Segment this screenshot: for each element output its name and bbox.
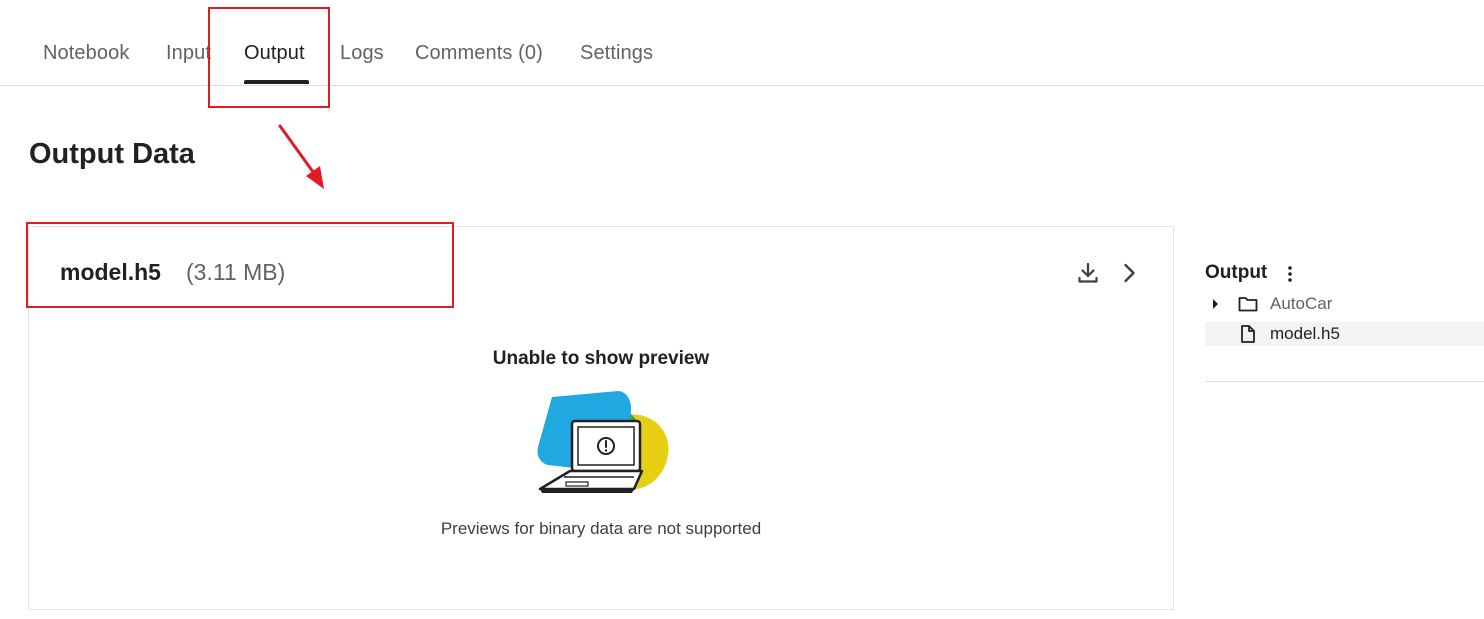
tree-item-model-h5[interactable]: model.h5 [1205, 322, 1484, 346]
laptop-warning-illustration [537, 391, 669, 493]
expand-caret-icon[interactable] [1213, 299, 1218, 309]
tab-comments[interactable]: Comments (0) [415, 42, 543, 65]
preview-note: Previews for binary data are not support… [440, 519, 762, 538]
tree-item-autocar[interactable]: AutoCar [1205, 292, 1484, 316]
folder-icon [1238, 297, 1258, 312]
chevron-right-icon[interactable] [1117, 261, 1141, 285]
annotation-arrow [278, 124, 324, 189]
file-tree-divider [1205, 381, 1484, 382]
tab-input[interactable]: Input [166, 42, 211, 65]
tree-item-label: AutoCar [1270, 294, 1333, 313]
page-title: Output Data [29, 138, 195, 170]
kebab-menu-icon[interactable] [1285, 265, 1295, 283]
file-icon [1241, 325, 1255, 343]
tab-logs[interactable]: Logs [340, 42, 384, 65]
preview-title: Unable to show preview [492, 348, 710, 369]
file-tree-header: Output [1205, 262, 1268, 283]
download-icon[interactable] [1076, 261, 1100, 285]
annotation-box-output-tab [208, 7, 330, 108]
tab-settings[interactable]: Settings [580, 42, 653, 65]
tab-notebook[interactable]: Notebook [43, 42, 129, 65]
tree-item-label: model.h5 [1270, 324, 1340, 343]
annotation-box-file-header [26, 222, 454, 308]
